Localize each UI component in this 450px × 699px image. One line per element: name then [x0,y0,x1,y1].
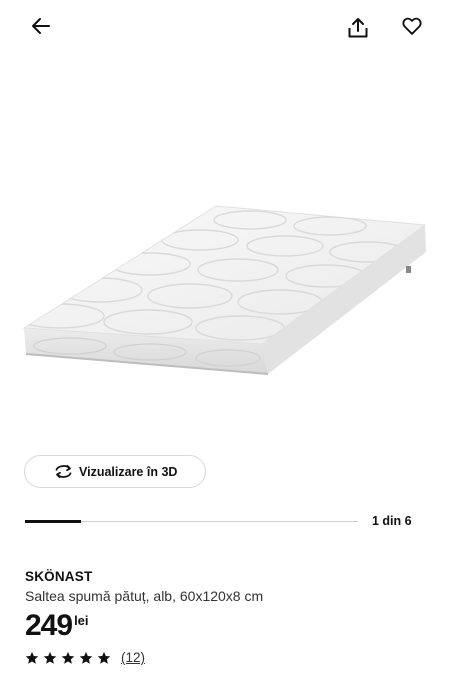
product-description: Saltea spumă pătuț, alb, 60x120x8 cm [25,588,264,604]
arrow-left-icon [32,18,50,34]
product-price: 249 lei [25,609,89,643]
mattress-image [22,205,427,375]
top-bar [0,0,450,54]
star-icon [43,651,57,664]
product-rating[interactable]: (12) [25,650,145,665]
heart-icon [402,17,422,35]
price-amount: 249 [25,609,73,642]
star-icon [61,651,75,664]
back-button[interactable] [25,10,57,42]
price-currency: lei [74,613,89,628]
view-3d-label: Vizualizare în 3D [79,464,178,479]
gallery-counter: 1 din 6 [372,514,412,528]
share-button[interactable] [342,12,374,44]
reviews-link[interactable]: (12) [121,650,145,665]
rotate-3d-icon [53,461,74,482]
gallery-progress-fill [25,520,81,523]
favorite-button[interactable] [396,10,428,42]
rating-stars [25,651,115,665]
product-image[interactable] [0,54,450,446]
view-3d-button[interactable]: Vizualizare în 3D [24,455,206,488]
star-icon [97,651,111,664]
share-icon [348,18,368,38]
star-icon [79,651,93,664]
star-icon [25,651,39,664]
gallery-progress [25,520,358,523]
product-name: SKÖNAST [25,569,93,584]
